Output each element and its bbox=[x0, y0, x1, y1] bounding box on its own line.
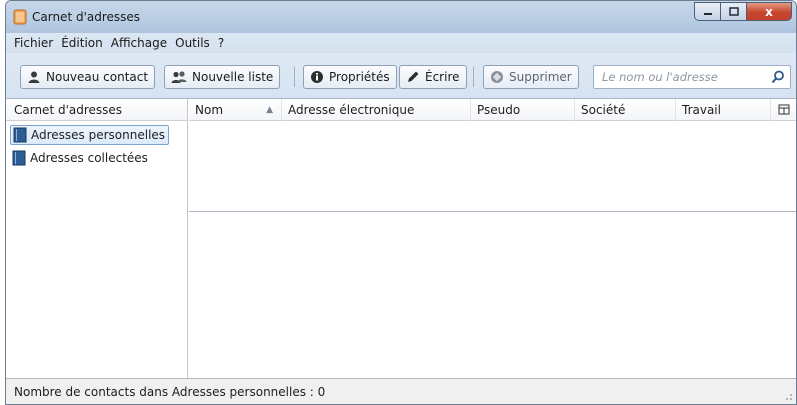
write-button[interactable]: Écrire bbox=[399, 65, 467, 89]
info-icon bbox=[311, 71, 323, 83]
books-header-label: Carnet d'adresses bbox=[14, 102, 123, 117]
window-title: Carnet d'adresses bbox=[32, 10, 141, 24]
column-header-nom[interactable]: Nom ▲ bbox=[189, 99, 282, 121]
sort-ascending-icon: ▲ bbox=[266, 105, 273, 115]
book-item-adresses-personnelles[interactable]: Adresses personnelles bbox=[10, 125, 170, 145]
column-label: Travail bbox=[682, 103, 721, 117]
contacts-pane: Nom ▲ Adresse électronique Pseudo Sociét… bbox=[189, 99, 796, 378]
new-contact-button[interactable]: Nouveau contact bbox=[20, 65, 156, 89]
content-area: Carnet d'adresses Adresses personnelles … bbox=[6, 99, 796, 378]
maximize-icon bbox=[728, 7, 739, 16]
column-header-travail[interactable]: Travail bbox=[676, 99, 771, 121]
menu-affichage[interactable]: Affichage bbox=[107, 36, 171, 50]
search-placeholder: Le nom ou l'adresse bbox=[602, 70, 718, 84]
properties-label: Propriétés bbox=[329, 70, 390, 84]
column-headers: Nom ▲ Adresse électronique Pseudo Sociét… bbox=[189, 99, 796, 121]
app-icon bbox=[13, 9, 27, 25]
address-books-pane: Carnet d'adresses Adresses personnelles … bbox=[6, 99, 188, 378]
status-bar: Nombre de contacts dans Adresses personn… bbox=[6, 378, 796, 404]
book-item-label: Adresses collectées bbox=[30, 151, 148, 165]
write-label: Écrire bbox=[425, 70, 460, 84]
minimize-button[interactable] bbox=[694, 2, 721, 21]
book-icon bbox=[12, 150, 26, 166]
book-item-label: Adresses personnelles bbox=[31, 128, 166, 142]
maximize-button[interactable] bbox=[721, 2, 747, 21]
properties-button[interactable]: Propriétés bbox=[303, 65, 397, 89]
column-label: Nom bbox=[195, 103, 224, 117]
delete-icon bbox=[491, 71, 503, 83]
list-icon bbox=[171, 71, 187, 83]
pencil-icon bbox=[408, 71, 419, 82]
close-icon: x bbox=[765, 4, 773, 19]
pane-splitter[interactable] bbox=[189, 211, 796, 212]
book-item-adresses-collectees[interactable]: Adresses collectées bbox=[10, 148, 151, 168]
close-button[interactable]: x bbox=[747, 2, 792, 21]
menu-bar: Fichier Édition Affichage Outils ? bbox=[6, 33, 796, 53]
column-header-societe[interactable]: Société bbox=[575, 99, 676, 121]
menu-fichier[interactable]: Fichier bbox=[10, 36, 57, 50]
column-header-pseudo[interactable]: Pseudo bbox=[471, 99, 575, 121]
new-list-label: Nouvelle liste bbox=[192, 70, 274, 84]
resize-grip-icon[interactable] bbox=[781, 389, 793, 401]
minimize-icon bbox=[703, 12, 712, 15]
menu-edition[interactable]: Édition bbox=[57, 36, 107, 50]
column-label: Adresse électronique bbox=[288, 103, 415, 117]
search-icon[interactable] bbox=[771, 70, 785, 84]
book-icon bbox=[13, 127, 27, 143]
menu-outils[interactable]: Outils bbox=[171, 36, 214, 50]
search-input[interactable]: Le nom ou l'adresse bbox=[593, 65, 791, 89]
menu-aide[interactable]: ? bbox=[214, 36, 228, 50]
toolbar-separator bbox=[294, 67, 295, 87]
window-controls: x bbox=[694, 2, 792, 21]
toolbar-separator bbox=[473, 67, 474, 87]
column-label: Société bbox=[581, 103, 626, 117]
column-picker-icon[interactable] bbox=[778, 104, 790, 116]
address-book-window: Carnet d'adresses x Fichier Édition Affi… bbox=[5, 0, 797, 405]
delete-label: Supprimer bbox=[509, 70, 572, 84]
title-bar[interactable]: Carnet d'adresses x bbox=[6, 1, 796, 33]
delete-button[interactable]: Supprimer bbox=[483, 65, 579, 89]
new-contact-label: Nouveau contact bbox=[46, 70, 149, 84]
new-list-button[interactable]: Nouvelle liste bbox=[164, 65, 281, 89]
status-text: Nombre de contacts dans Adresses personn… bbox=[14, 384, 326, 399]
column-header-adresse[interactable]: Adresse électronique bbox=[282, 99, 471, 121]
toolbar: Nouveau contact Nouvelle liste Propriété… bbox=[6, 53, 796, 99]
column-label: Pseudo bbox=[477, 103, 521, 117]
contact-icon bbox=[28, 71, 40, 83]
books-pane-header[interactable]: Carnet d'adresses bbox=[6, 99, 187, 121]
